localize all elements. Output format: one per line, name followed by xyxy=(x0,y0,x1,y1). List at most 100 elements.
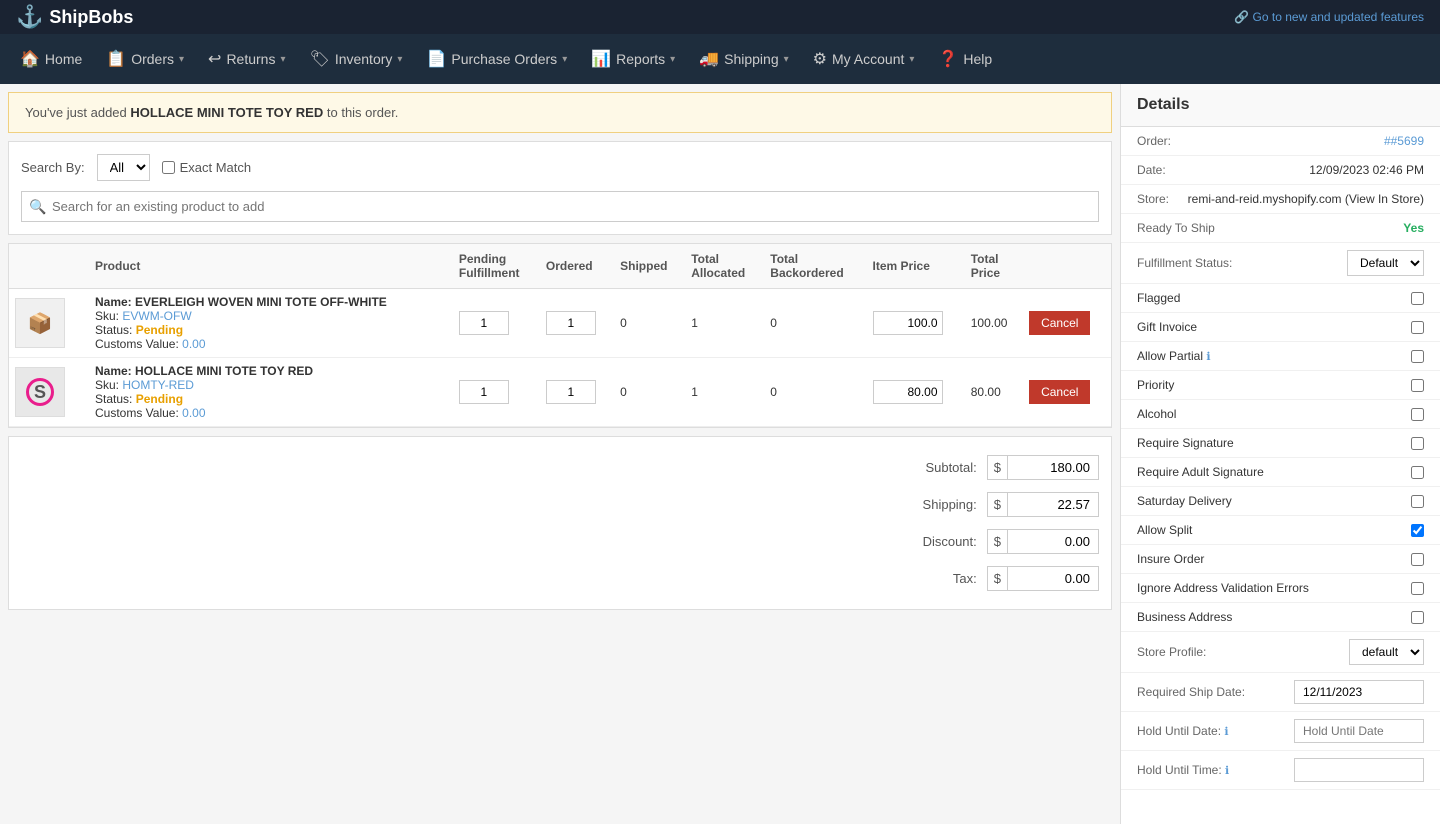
nav-account[interactable]: ⚙ My Account ▾ xyxy=(801,34,927,84)
allow-partial-info-icon[interactable]: ℹ xyxy=(1206,351,1210,363)
required-ship-date-label: Required Ship Date: xyxy=(1137,685,1245,699)
nav-reports[interactable]: 📊 Reports ▾ xyxy=(579,34,687,84)
search-by-select[interactable]: All xyxy=(97,154,150,181)
nav-help[interactable]: ❓ Help xyxy=(926,34,1004,84)
store-view-link[interactable]: (View In Store) xyxy=(1345,192,1424,206)
require-adult-signature-checkbox[interactable] xyxy=(1411,466,1424,479)
flagged-checkbox[interactable] xyxy=(1411,292,1424,305)
required-ship-date-input[interactable] xyxy=(1294,680,1424,704)
hold-until-time-input[interactable] xyxy=(1294,758,1424,782)
gift-invoice-checkbox[interactable] xyxy=(1411,321,1424,334)
purchase-orders-icon: 📄 xyxy=(426,49,446,69)
ignore-address-validation-checkbox[interactable] xyxy=(1411,582,1424,595)
exact-match-label[interactable]: Exact Match xyxy=(162,160,252,175)
cancel-button-2[interactable]: Cancel xyxy=(1029,380,1090,404)
discount-dollar: $ xyxy=(988,530,1008,553)
fulfillment-status-label: Fulfillment Status: xyxy=(1137,256,1232,270)
nav-help-label: Help xyxy=(963,51,992,67)
shipping-icon: 🚚 xyxy=(699,49,719,69)
pending-fulfillment-input-1[interactable] xyxy=(459,311,509,335)
left-panel: You've just added HOLLACE MINI TOTE TOY … xyxy=(0,84,1120,824)
logo-text: ShipBobs xyxy=(49,7,133,28)
table-row: 📦 Name: EVERLEIGH WOVEN MINI TOTE OFF-WH… xyxy=(9,289,1111,358)
allow-split-checkbox[interactable] xyxy=(1411,524,1424,537)
order-label: Order: xyxy=(1137,134,1171,148)
allow-split-row: Allow Split xyxy=(1121,516,1440,545)
total-price-2: 80.00 xyxy=(965,358,1023,427)
business-address-row: Business Address xyxy=(1121,603,1440,632)
shipping-input[interactable] xyxy=(1008,493,1098,516)
allow-partial-checkbox[interactable] xyxy=(1411,350,1424,363)
subtotal-input[interactable] xyxy=(1008,456,1098,479)
returns-chevron: ▾ xyxy=(280,54,285,65)
nav-shipping-label: Shipping xyxy=(724,51,779,67)
purchase-orders-chevron: ▾ xyxy=(562,54,567,65)
main-nav: 🏠 Home 📋 Orders ▾ ↩ Returns ▾ 🏷 Inventor… xyxy=(0,34,1440,84)
orders-icon: 📋 xyxy=(106,49,126,69)
right-panel: Details Order: ##5699 Date: 12/09/2023 0… xyxy=(1120,84,1440,824)
item-price-input-1[interactable] xyxy=(873,311,943,335)
nav-shipping[interactable]: 🚚 Shipping ▾ xyxy=(687,34,800,84)
item-price-input-2[interactable] xyxy=(873,380,943,404)
totals-area: Subtotal: $ Shipping: $ Discount: $ xyxy=(8,436,1112,610)
business-address-checkbox[interactable] xyxy=(1411,611,1424,624)
shipped-2: 0 xyxy=(614,358,685,427)
shipped-1: 0 xyxy=(614,289,685,358)
nav-purchase-orders-label: Purchase Orders xyxy=(451,51,557,67)
nav-inventory[interactable]: 🏷 Inventory ▾ xyxy=(298,34,415,84)
nav-orders-label: Orders xyxy=(131,51,174,67)
exact-match-checkbox[interactable] xyxy=(162,161,175,174)
require-signature-checkbox[interactable] xyxy=(1411,437,1424,450)
search-input-wrap: 🔍 xyxy=(21,191,1099,222)
product-name-1: Name: EVERLEIGH WOVEN MINI TOTE OFF-WHIT… xyxy=(95,295,447,309)
hold-until-time-info-icon[interactable]: ℹ xyxy=(1225,765,1229,777)
discount-input[interactable] xyxy=(1008,530,1098,553)
ordered-1 xyxy=(540,289,614,358)
search-input[interactable] xyxy=(21,191,1099,222)
nav-orders[interactable]: 📋 Orders ▾ xyxy=(94,34,196,84)
saturday-delivery-label: Saturday Delivery xyxy=(1137,494,1232,508)
store-value: remi-and-reid.myshopify.com (View In Sto… xyxy=(1188,192,1424,206)
col-total-allocated: TotalAllocated xyxy=(685,244,764,289)
insure-order-checkbox[interactable] xyxy=(1411,553,1424,566)
sku-link-2[interactable]: HOMTY-RED xyxy=(122,378,194,392)
alert-product-name: HOLLACE MINI TOTE TOY RED xyxy=(130,105,323,120)
item-price-2 xyxy=(867,358,965,427)
col-product xyxy=(9,244,89,289)
ignore-address-validation-label: Ignore Address Validation Errors xyxy=(1137,581,1309,595)
priority-checkbox[interactable] xyxy=(1411,379,1424,392)
fulfillment-status-select[interactable]: Default xyxy=(1347,250,1424,276)
col-total-backordered: TotalBackordered xyxy=(764,244,866,289)
hold-until-date-input[interactable] xyxy=(1294,719,1424,743)
priority-label: Priority xyxy=(1137,378,1174,392)
col-shipped: Shipped xyxy=(614,244,685,289)
saturday-delivery-checkbox[interactable] xyxy=(1411,495,1424,508)
ordered-input-1[interactable] xyxy=(546,311,596,335)
nav-returns[interactable]: ↩ Returns ▾ xyxy=(196,34,297,84)
table-row: S Name: HOLLACE MINI TOTE TOY RED Sku: H… xyxy=(9,358,1111,427)
priority-row: Priority xyxy=(1121,371,1440,400)
new-features-link[interactable]: 🔗 Go to new and updated features xyxy=(1234,10,1424,24)
pending-fulfillment-1 xyxy=(453,289,540,358)
nav-home[interactable]: 🏠 Home xyxy=(8,34,94,84)
nav-purchase-orders[interactable]: 📄 Purchase Orders ▾ xyxy=(414,34,579,84)
ordered-input-2[interactable] xyxy=(546,380,596,404)
order-value[interactable]: ##5699 xyxy=(1384,134,1424,148)
subtotal-dollar: $ xyxy=(988,456,1008,479)
cancel-button-1[interactable]: Cancel xyxy=(1029,311,1090,335)
hold-until-date-info-icon[interactable]: ℹ xyxy=(1224,726,1228,738)
pending-fulfillment-input-2[interactable] xyxy=(459,380,509,404)
tax-input[interactable] xyxy=(1008,567,1098,590)
sku-link-1[interactable]: EVWM-OFW xyxy=(122,309,191,323)
require-signature-label: Require Signature xyxy=(1137,436,1234,450)
date-value: 12/09/2023 02:46 PM xyxy=(1309,163,1424,177)
alcohol-checkbox[interactable] xyxy=(1411,408,1424,421)
tax-dollar: $ xyxy=(988,567,1008,590)
table-header-row: Product PendingFulfillment Ordered Shipp… xyxy=(9,244,1111,289)
product-sku-2: Sku: HOMTY-RED xyxy=(95,378,447,392)
store-profile-select[interactable]: default xyxy=(1349,639,1424,665)
store-label: Store: xyxy=(1137,192,1169,206)
nav-home-label: Home xyxy=(45,51,82,67)
alert-banner: You've just added HOLLACE MINI TOTE TOY … xyxy=(8,92,1112,133)
total-backordered-1: 0 xyxy=(764,289,866,358)
